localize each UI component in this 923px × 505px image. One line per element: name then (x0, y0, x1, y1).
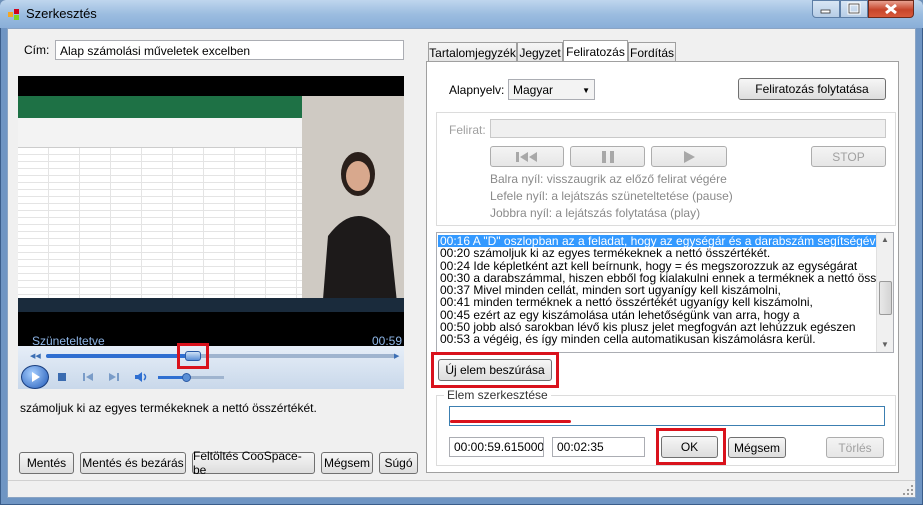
start-time-input[interactable]: 00:00:59.6150000 (449, 437, 544, 457)
pause-button (570, 146, 645, 167)
hint-right-arrow: Jobbra nyíl: a lejátszás folytatása (pla… (490, 206, 701, 220)
rewind-small-icon[interactable]: ◀◀ (30, 352, 41, 360)
volume-icon[interactable] (134, 370, 150, 384)
previous-icon[interactable] (82, 372, 94, 382)
minimize-button[interactable] (812, 0, 840, 18)
tab-subtitles[interactable]: Feliratozás (563, 40, 628, 62)
next-icon[interactable] (108, 372, 120, 382)
play-icon (32, 372, 40, 382)
pause-icon (601, 150, 614, 163)
new-item-highlight (431, 352, 559, 388)
language-value: Magyar (513, 83, 554, 97)
rewind-button (490, 146, 564, 167)
edit-item-label: Elem szerkesztése (444, 388, 551, 402)
resize-grip-icon[interactable] (902, 484, 914, 496)
chevron-down-icon: ▼ (582, 86, 590, 95)
close-button[interactable] (868, 0, 914, 18)
list-scrollbar[interactable]: ▲ ▼ (876, 233, 893, 352)
title-label: Cím: (24, 43, 50, 57)
seek-highlight (177, 343, 209, 369)
delete-button: Törlés (826, 437, 884, 458)
upload-coospace-button[interactable]: Feltöltés CooSpace-be (192, 449, 315, 477)
scroll-thumb[interactable] (879, 281, 892, 315)
save-button[interactable]: Mentés (19, 452, 74, 474)
subtitle-text-label: Felirat: (449, 123, 486, 137)
language-select[interactable]: Magyar ▼ (508, 79, 595, 100)
subtitle-text-input (490, 119, 886, 138)
play-button[interactable] (21, 365, 49, 389)
hint-down-arrow: Lefele nyíl: a lejátszás szüneteltetése … (490, 189, 733, 203)
edit-cancel-button[interactable]: Mégsem (728, 437, 786, 458)
close-icon (885, 3, 897, 15)
hint-left-arrow: Balra nyíl: visszaugrik az előző felirat… (490, 172, 727, 186)
play-icon (684, 150, 695, 163)
rewind-icon (516, 151, 537, 162)
end-time-input[interactable]: 00:02:35 (552, 437, 645, 457)
ok-highlight (656, 428, 726, 465)
save-close-button[interactable]: Mentés és bezárás (80, 452, 186, 474)
excel-ribbon (18, 96, 302, 118)
edit-text-input[interactable] (449, 406, 885, 426)
caption-text: számoljuk ki az egyes termékeknek a nett… (20, 401, 317, 415)
title-input[interactable]: Alap számolási műveletek excelben (55, 40, 404, 60)
play-subtitle-button (651, 146, 727, 167)
maximize-icon (847, 2, 861, 15)
tab-translate[interactable]: Fordítás (628, 42, 676, 62)
person-image (302, 96, 404, 312)
scroll-up-icon[interactable]: ▲ (881, 235, 889, 244)
player-controls (18, 346, 404, 389)
forward-small-icon[interactable]: ▶ (394, 352, 404, 360)
subtitle-list-item[interactable]: 00:53 a végéig, és így minden cella auto… (438, 333, 876, 346)
minimize-icon (820, 9, 831, 14)
tab-notes[interactable]: Jegyzet (517, 42, 563, 62)
stop-button: STOP (811, 146, 886, 167)
subtitle-list-item[interactable]: 00:20 számoljuk ki az egyes termékeknek … (438, 247, 876, 260)
webcam-view (302, 96, 404, 312)
subtitle-list[interactable]: 00:16 A "D" oszlopban az a feladat, hogy… (436, 232, 894, 353)
tab-toc[interactable]: Tartalomjegyzék (428, 42, 517, 62)
stop-icon[interactable] (58, 373, 66, 381)
subtitle-list-item[interactable]: 00:41 minden terméknek a nettó összérték… (438, 296, 876, 309)
window-title: Szerkesztés (26, 6, 97, 21)
seek-track[interactable] (46, 354, 396, 358)
language-label: Alapnyelv: (449, 83, 505, 97)
scroll-down-icon[interactable]: ▼ (881, 340, 889, 349)
video-player[interactable]: Szüneteltetve 00:59 (18, 76, 404, 389)
edit-text-underline (450, 420, 571, 423)
maximize-button[interactable] (840, 0, 868, 18)
title-bar[interactable]: Szerkesztés (0, 0, 923, 28)
video-frame (18, 96, 404, 312)
seek-fill (46, 354, 193, 358)
help-button[interactable]: Súgó (379, 452, 418, 474)
taskbar (18, 298, 404, 312)
app-icon (8, 9, 19, 20)
continue-subtitling-button[interactable]: Feliratozás folytatása (738, 78, 886, 100)
status-strip (8, 480, 915, 497)
cancel-button[interactable]: Mégsem (321, 452, 373, 474)
subtitle-list-items: 00:16 A "D" oszlopban az a feladat, hogy… (438, 235, 893, 346)
